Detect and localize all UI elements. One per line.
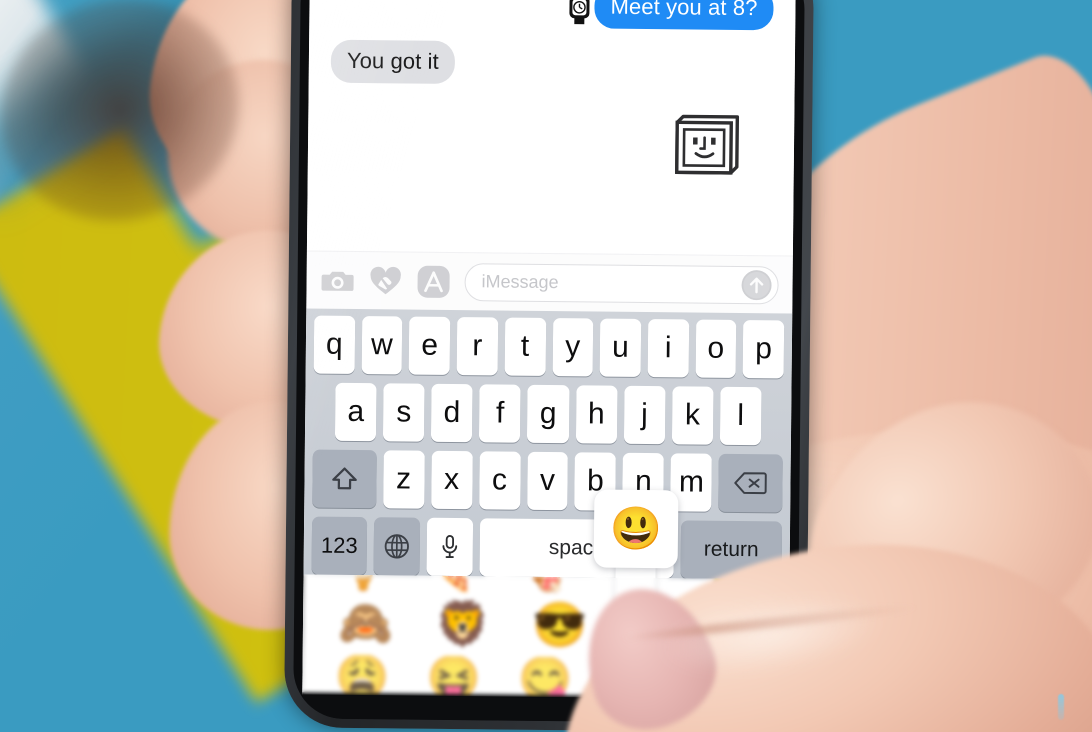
emoji-item[interactable]: 🍕 [409, 574, 501, 593]
key-y[interactable]: y [552, 318, 594, 377]
key-q[interactable]: q [313, 315, 355, 374]
key-u[interactable]: u [599, 318, 642, 377]
keyboard-row-1: q w e r t y u i o p [310, 315, 789, 379]
message-bubble-outgoing[interactable]: Meet you at 8? [594, 0, 774, 31]
message-thread[interactable]: Meet you at 8? You got it [306, 0, 796, 256]
key-a[interactable]: a [334, 382, 377, 442]
onscreen-keyboard[interactable]: q w e r t y u i o p a s d f g h j k l z … [303, 308, 793, 609]
key-e[interactable]: e [409, 316, 451, 375]
emoji-item[interactable]: 🍖 [501, 574, 593, 594]
keyboard-row-4: 123 space return 😃 [308, 489, 787, 609]
key-c[interactable]: c [478, 451, 521, 510]
shift-arrow-icon[interactable] [312, 449, 377, 509]
photo-scene: Meet you at 8? You got it iMessage q w e… [0, 0, 1092, 732]
key-v[interactable]: v [526, 451, 569, 511]
app-store-icon[interactable] [416, 264, 450, 298]
message-row-tofu [330, 109, 773, 180]
emoji-popup-face[interactable]: 😃 [593, 489, 679, 569]
watermark-mark [1058, 694, 1064, 720]
key-i[interactable]: i [647, 319, 689, 378]
message-row-incoming: You got it [330, 39, 773, 88]
emoji-see-no-evil-monkey[interactable]: 🙈 [317, 599, 414, 649]
apple-watch-icon [566, 0, 592, 24]
emoji-item[interactable]: 🍦 [317, 574, 409, 592]
key-p[interactable]: p [742, 320, 785, 379]
key-x[interactable]: x [430, 450, 473, 510]
key-d[interactable]: d [431, 383, 473, 443]
imessage-placeholder: iMessage [481, 271, 559, 293]
keyboard-row-3: z x c v b n m [308, 449, 787, 513]
message-row-outgoing: Meet you at 8? [331, 0, 774, 31]
imessage-input-bar[interactable]: iMessage [306, 250, 793, 314]
key-k[interactable]: k [671, 386, 714, 445]
key-r[interactable]: r [456, 317, 499, 376]
key-o[interactable]: o [695, 319, 737, 378]
key-f[interactable]: f [479, 384, 521, 443]
key-s[interactable]: s [383, 383, 425, 442]
imessage-text-field[interactable]: iMessage [464, 262, 779, 304]
heart-hand-digital-touch-icon[interactable] [368, 264, 402, 298]
key-w[interactable]: w [361, 316, 403, 375]
key-numbers[interactable]: 123 [311, 516, 368, 576]
emoji-lion[interactable]: 🦁 [414, 600, 511, 650]
microphone-icon[interactable] [426, 517, 474, 577]
camera-icon[interactable] [320, 263, 354, 297]
key-l[interactable]: l [719, 386, 762, 446]
globe-language-icon[interactable] [373, 517, 421, 576]
keyboard-row-2: a s d f g h j k l [309, 382, 788, 446]
key-z[interactable]: z [382, 450, 425, 509]
emoji-item[interactable]: 😋 [499, 655, 591, 700]
key-h[interactable]: h [575, 385, 618, 444]
send-arrow-up-icon[interactable] [741, 269, 772, 300]
key-t[interactable]: t [504, 317, 546, 376]
key-j[interactable]: j [623, 385, 666, 445]
tofu-smiley-box-icon[interactable] [670, 112, 745, 179]
backspace-delete-icon[interactable] [718, 453, 783, 513]
message-bubble-incoming[interactable]: You got it [330, 39, 456, 85]
key-g[interactable]: g [527, 384, 570, 444]
